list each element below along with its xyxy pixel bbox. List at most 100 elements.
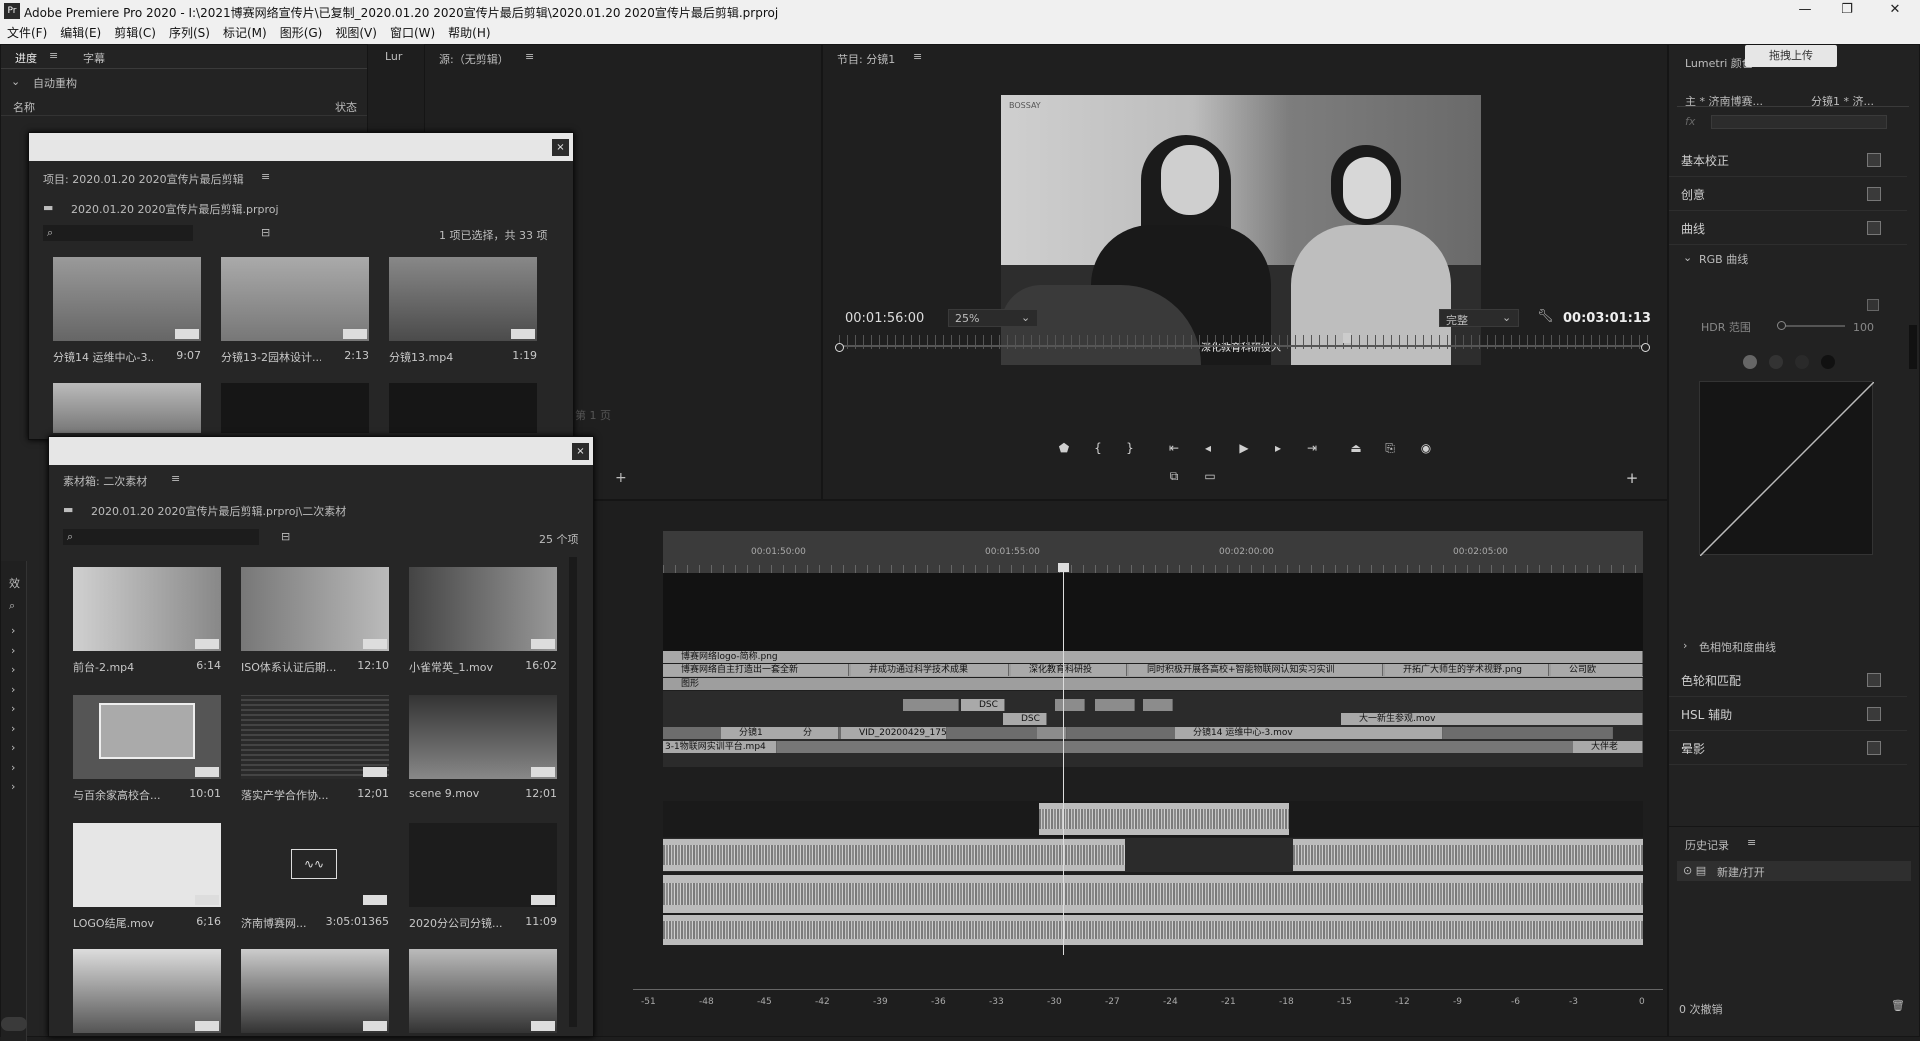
lift-icon[interactable]: ⏏ <box>1347 441 1365 455</box>
new-bin-icon[interactable]: ⊟ <box>261 226 270 239</box>
menu-help[interactable]: 帮助(H) <box>448 22 490 44</box>
chevron-down-icon[interactable]: ⌄ <box>11 75 20 88</box>
preset-select[interactable] <box>1711 115 1887 129</box>
floating-titlebar[interactable] <box>49 437 593 465</box>
menu-graphics[interactable]: 图形(G) <box>280 22 323 44</box>
new-bin-icon[interactable]: ⊟ <box>281 530 290 543</box>
close-icon[interactable]: × <box>552 139 569 156</box>
channel-red[interactable] <box>1769 355 1783 369</box>
video-clip[interactable]: 分镜14 运维中心-3.mov <box>1175 727 1443 739</box>
maximize-button[interactable]: ❐ <box>1832 2 1862 20</box>
tab-menu-icon[interactable]: ≡ <box>49 49 58 62</box>
menu-file[interactable]: 文件(F) <box>7 22 47 44</box>
video-clip[interactable]: 3-1物联网实训平台.mp4 <box>663 741 777 753</box>
current-timecode[interactable]: 00:01:56:00 <box>845 311 924 326</box>
video-frame[interactable]: BOSSAY 深化教育科研投入 <box>1001 95 1481 365</box>
column-name[interactable]: 名称 <box>13 99 35 115</box>
bin-item[interactable]: 2020分公司分镜... 11:09 <box>409 823 557 930</box>
bin-item[interactable]: ISO体系认证后期... 12:10 <box>241 567 389 674</box>
graphic-clip[interactable]: 深化教育科研投 <box>1011 664 1127 676</box>
audio-clip[interactable] <box>1293 839 1643 871</box>
source-menu-icon[interactable]: ≡ <box>525 50 534 63</box>
project-item[interactable] <box>221 383 369 433</box>
wrench-icon[interactable]: 🔧︎ <box>1537 309 1554 324</box>
bin-item[interactable] <box>241 949 389 1033</box>
bin-title[interactable]: 素材箱: 二次素材 <box>63 473 147 489</box>
checkbox[interactable] <box>1867 187 1881 201</box>
safe-margins-icon[interactable]: ▭ <box>1201 469 1219 483</box>
zoom-select[interactable]: 25% ⌄ <box>948 309 1038 327</box>
bin-item[interactable]: 落实产学合作协... 12;01 <box>241 695 389 802</box>
tab-progress[interactable]: 进度 <box>15 50 37 66</box>
history-title[interactable]: 历史记录 <box>1685 837 1729 853</box>
video-clip-small[interactable] <box>1143 699 1173 711</box>
project-item[interactable]: 分镜13-2园林设计... 2:13 <box>221 257 369 364</box>
out-point-handle[interactable] <box>1641 343 1650 352</box>
lumetri-title[interactable]: Lumetri 颜色 <box>1685 55 1753 71</box>
video-clip[interactable]: 分 <box>785 727 839 739</box>
quality-select[interactable]: 完整 ⌄ <box>1439 309 1519 327</box>
checkbox[interactable] <box>1867 299 1879 311</box>
project-search-input[interactable] <box>43 225 193 241</box>
bin-item[interactable]: ∿∿ 济南博赛网... 3:05:01365 <box>241 823 389 930</box>
close-icon[interactable]: × <box>572 443 589 460</box>
source-title[interactable]: 源:（无剪辑） <box>439 51 509 67</box>
section-color-wheels[interactable]: 色轮和匹配 <box>1669 663 1907 697</box>
tab-effects[interactable]: 效 <box>9 575 20 591</box>
play-icon[interactable]: ▶ <box>1235 441 1253 455</box>
graphic-clip[interactable]: 并成功通过科学技术成果 <box>851 664 1009 676</box>
bin-item[interactable] <box>73 949 221 1033</box>
trash-icon[interactable]: 🗑︎ <box>1891 999 1905 1012</box>
rgb-curves-label[interactable]: RGB 曲线 <box>1699 251 1748 267</box>
graphic-clip[interactable]: 博赛网络logo-简称.png <box>663 651 1643 663</box>
section-creative[interactable]: 创意 <box>1669 177 1907 211</box>
audio-clip-long[interactable] <box>663 915 1643 945</box>
channel-blue[interactable] <box>1821 355 1835 369</box>
project-title[interactable]: 项目: 2020.01.20 2020宣传片最后剪辑 <box>43 171 244 187</box>
program-menu-icon[interactable]: ≡ <box>913 50 922 63</box>
graphic-clip[interactable]: 开拓广大师生的学术视野.png <box>1385 664 1549 676</box>
hdr-slider-handle[interactable] <box>1777 321 1786 330</box>
go-to-in-icon[interactable]: ⇤ <box>1165 441 1183 455</box>
add-button-icon[interactable]: + <box>1623 469 1641 487</box>
chevron-right-icon[interactable]: › <box>1683 639 1687 652</box>
bin-item[interactable]: 小雀常英_1.mov 16:02 <box>409 567 557 674</box>
bin-scrollbar[interactable] <box>569 557 577 1027</box>
in-point-handle[interactable] <box>835 343 844 352</box>
menu-sequence[interactable]: 序列(S) <box>169 22 210 44</box>
menu-edit[interactable]: 编辑(E) <box>60 22 101 44</box>
menu-window[interactable]: 窗口(W) <box>390 22 435 44</box>
bin-item[interactable]: LOGO结尾.mov 6;16 <box>73 823 221 930</box>
project-item[interactable]: 分镜13.mp4 1:19 <box>389 257 537 364</box>
tab-lur[interactable]: Lur <box>385 50 402 63</box>
upload-button[interactable]: 拖拽上传 <box>1745 45 1837 67</box>
project-item[interactable] <box>389 383 537 433</box>
history-menu-icon[interactable]: ≡ <box>1747 836 1756 849</box>
chevron-down-icon[interactable]: ⌄ <box>1683 251 1692 264</box>
section-curves[interactable]: 曲线 <box>1669 211 1907 245</box>
add-button-icon[interactable]: + <box>615 470 627 486</box>
floating-titlebar[interactable] <box>29 133 573 161</box>
checkbox[interactable] <box>1867 741 1881 755</box>
bin-menu-icon[interactable]: ≡ <box>171 472 180 485</box>
sequence-clip-select[interactable]: 分镜1 * 济... <box>1811 93 1874 109</box>
minimize-button[interactable]: — <box>1790 2 1820 20</box>
bin-search-input[interactable] <box>63 529 259 545</box>
step-back-icon[interactable]: ◂ <box>1199 441 1217 455</box>
master-clip-select[interactable]: 主 * 济南博赛... <box>1685 93 1763 109</box>
bin-item[interactable] <box>409 949 557 1033</box>
audio-clip[interactable] <box>1039 803 1289 835</box>
extract-icon[interactable]: ⎘ <box>1381 441 1399 456</box>
video-clip-small[interactable] <box>1095 699 1135 711</box>
compare-view-icon[interactable]: ⧉ <box>1165 469 1183 484</box>
section-vignette[interactable]: 晕影 <box>1669 731 1907 765</box>
zoom-slider[interactable] <box>1 1017 27 1031</box>
menu-clip[interactable]: 剪辑(C) <box>114 22 156 44</box>
marker-icon[interactable]: ⬟ <box>1055 441 1073 455</box>
mark-out-icon[interactable]: } <box>1121 441 1139 455</box>
section-hsl-secondary[interactable]: HSL 辅助 <box>1669 697 1907 731</box>
video-clip[interactable]: DSC <box>961 699 1005 711</box>
channel-green[interactable] <box>1795 355 1809 369</box>
history-item[interactable]: ⊙ ▤ 新建/打开 <box>1677 861 1911 881</box>
lumetri-scrollbar[interactable] <box>1909 325 1917 369</box>
